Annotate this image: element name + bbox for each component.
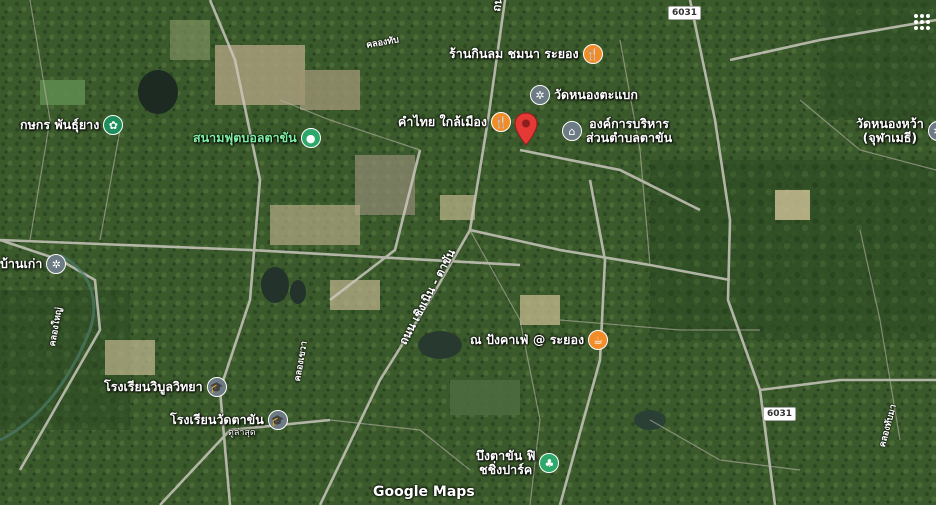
poi-label: โรงเรียนวัดตาขัน <box>170 412 264 427</box>
route-shield-right: 6031 <box>763 407 797 421</box>
poi-label: โรงเรียนวิบูลวิทยา <box>104 379 203 394</box>
poi-ban-kao[interactable]: บ้านเก่า ✲ <box>0 254 67 274</box>
poi-label: ร้านกินลม ชมนา ระยอง <box>449 46 579 61</box>
poi-label: วัดหนองตะแบก <box>554 87 638 102</box>
poi-label: บ้านเก่า <box>0 256 43 271</box>
temple-icon: ✲ <box>46 254 67 274</box>
poi-label: ณ ปังคาเฟ่ @ ระยอง <box>470 332 585 347</box>
poi-label: บึงตาขัน ฟิ ชชิ่งปาร์ค <box>476 448 536 477</box>
graduation-cap-icon: 🎓 <box>206 377 227 397</box>
route-shield-top: 6031 <box>668 6 702 20</box>
satellite-terrain <box>0 0 936 505</box>
fork-knife-icon: 🍴 <box>491 112 512 132</box>
apps-grid-icon[interactable] <box>914 14 930 30</box>
location-pin-icon <box>514 112 538 146</box>
poi-label: องค์การบริหาร ส่วนตำบลตาขัน <box>586 116 673 145</box>
poi-wat-nong-tabaek[interactable]: ✲ วัดหนองตะแบก <box>530 85 638 105</box>
temple-icon: ✲ <box>927 121 936 141</box>
poi-kham-thai[interactable]: คำไทย ใกล้เมือง 🍴 <box>398 112 512 132</box>
flower-icon: ✿ <box>103 115 124 135</box>
graduation-cap-icon: 🎓 <box>267 410 288 430</box>
tree-icon: ♣ <box>539 453 560 473</box>
cup-icon: ☕ <box>588 330 609 350</box>
poi-label: วัดหนองหว้า (จุฬาเมธี) <box>856 116 924 145</box>
poi-restaurant-chomna[interactable]: ร้านกินลม ชมนา ระยอง 🍴 <box>449 44 603 64</box>
stadium-icon: ● <box>300 128 321 148</box>
temple-icon: ✲ <box>530 85 550 105</box>
poi-kaset-nursery[interactable]: กษกร พันธุ์ยาง ✿ <box>20 115 124 135</box>
poi-label: สนามฟุตบอลตาขัน <box>193 130 297 145</box>
fork-knife-icon: 🍴 <box>582 44 603 64</box>
google-maps-logo: Google Maps <box>373 484 475 500</box>
satellite-map[interactable]: 6031 6031 ถนน เชิง ถนน เชิงเนิน - ตาขัน … <box>0 0 936 505</box>
poi-football-field[interactable]: สนามฟุตบอลตาขัน ● <box>193 128 321 148</box>
poi-sao-office[interactable]: ⌂ องค์การบริหาร ส่วนตำบลตาขัน <box>562 117 672 145</box>
poi-cafe[interactable]: ณ ปังคาเฟ่ @ ระยอง ☕ <box>470 330 609 350</box>
poi-label: คำไทย ใกล้เมือง <box>398 114 488 129</box>
poi-school-wiboon[interactable]: โรงเรียนวิบูลวิทยา 🎓 <box>104 377 227 397</box>
poi-sublabel: ดูล่าสุด <box>228 428 256 438</box>
poi-fishing-park[interactable]: บึงตาขัน ฟิ ชชิ่งปาร์ค ♣ <box>476 448 560 477</box>
building-icon: ⌂ <box>562 121 582 141</box>
red-location-pin[interactable] <box>514 112 538 150</box>
poi-wat-nong-wa[interactable]: วัดหนองหว้า (จุฬาเมธี) ✲ <box>856 117 936 145</box>
poi-label: กษกร พันธุ์ยาง <box>20 117 100 132</box>
